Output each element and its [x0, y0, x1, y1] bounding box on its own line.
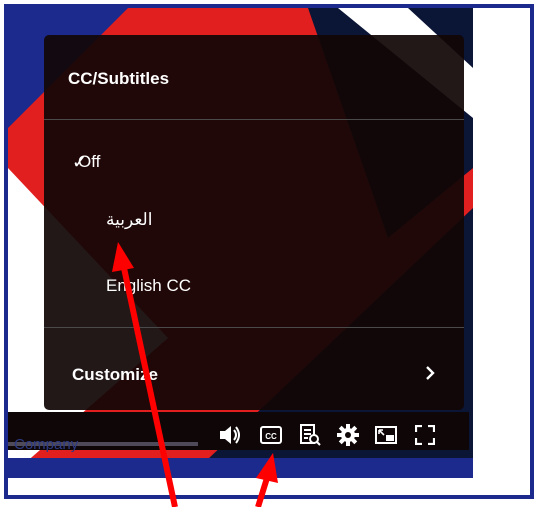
picture-in-picture-icon[interactable] — [374, 423, 398, 447]
menu-title: CC/Subtitles — [68, 69, 170, 88]
menu-divider — [44, 119, 464, 120]
customize-label: Customize — [72, 365, 158, 384]
settings-icon[interactable] — [336, 423, 360, 447]
screenshot-frame: CC/Subtitles ✓ Off العربية English CC Cu… — [4, 4, 534, 499]
subtitle-option-english-cc[interactable]: English CC — [44, 261, 464, 311]
customize-button[interactable]: Customize — [44, 350, 464, 400]
subtitle-option-label: Off — [78, 152, 101, 171]
svg-text:CC: CC — [265, 432, 277, 441]
progress-label: Company — [14, 436, 79, 453]
subtitle-option-label: العربية — [106, 210, 153, 229]
menu-divider — [44, 327, 464, 328]
volume-icon[interactable] — [218, 423, 242, 447]
check-icon: ✓ — [72, 151, 88, 172]
cc-subtitles-menu: CC/Subtitles ✓ Off العربية English CC Cu… — [44, 35, 464, 410]
chevron-right-icon — [424, 365, 436, 386]
transcript-icon[interactable] — [298, 423, 322, 447]
fullscreen-icon[interactable] — [413, 423, 437, 447]
subtitle-option-off[interactable]: ✓ Off — [44, 137, 464, 187]
page-background — [473, 8, 530, 495]
cc-icon[interactable]: CC — [259, 423, 283, 447]
subtitle-option-arabic[interactable]: العربية — [44, 195, 464, 245]
subtitle-option-label: English CC — [106, 276, 192, 295]
